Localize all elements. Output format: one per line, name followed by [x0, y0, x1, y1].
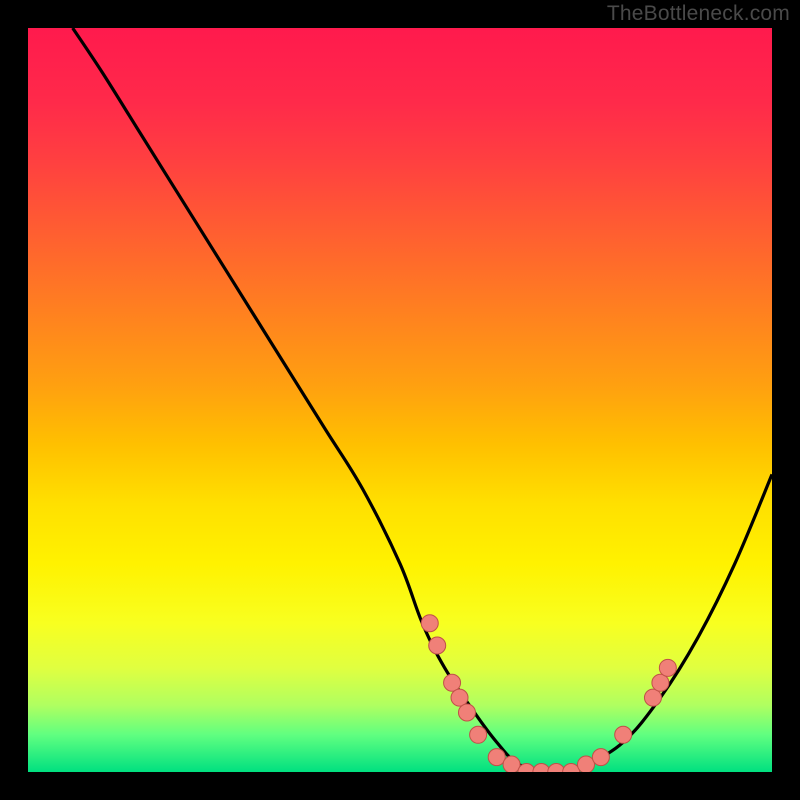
- watermark-text: TheBottleneck.com: [607, 2, 790, 26]
- chart-frame: TheBottleneck.com: [0, 0, 800, 800]
- plot-area: [28, 28, 772, 772]
